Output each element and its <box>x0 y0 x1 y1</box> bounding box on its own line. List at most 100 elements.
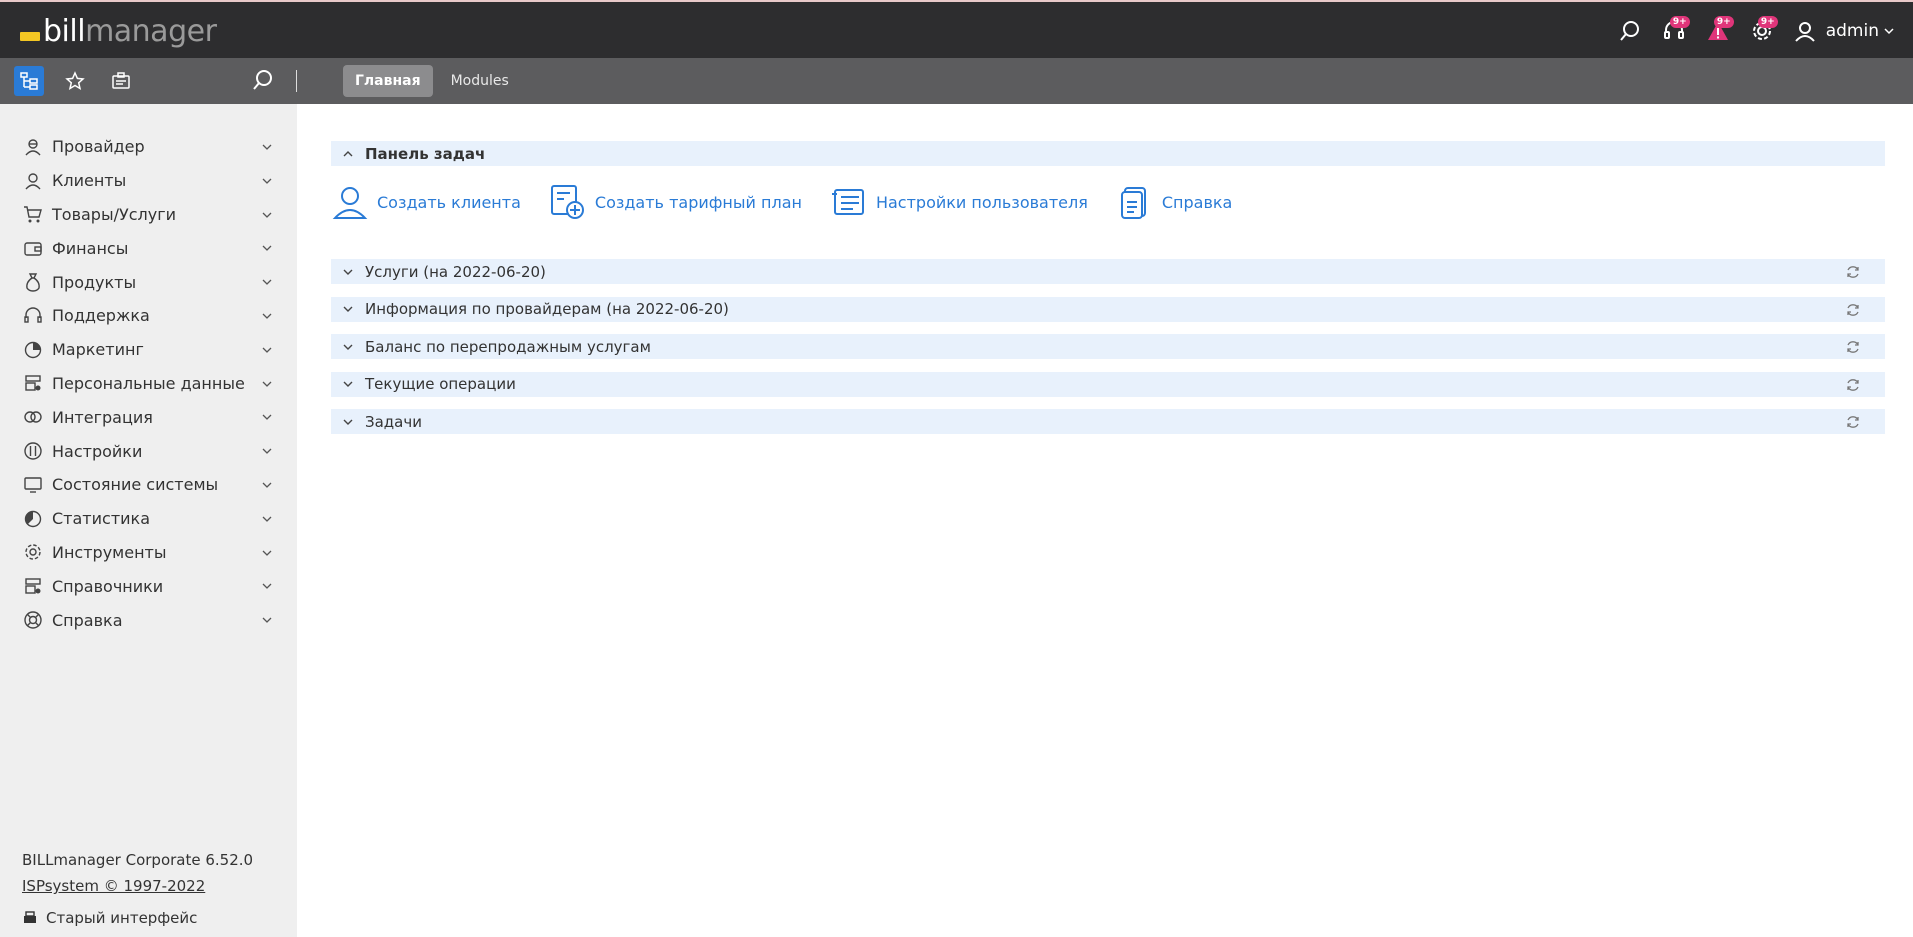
tariff-add-icon <box>549 183 587 221</box>
star-icon <box>65 71 85 91</box>
refresh-icon[interactable] <box>1845 264 1861 280</box>
chevron-down-icon <box>331 266 365 278</box>
dashboard-sections: Услуги (на 2022-06-20) Информация по про… <box>331 259 1885 435</box>
task-panel-header[interactable]: Панель задач <box>331 141 1885 166</box>
user-avatar-icon <box>1794 22 1815 42</box>
sidebar-item-help[interactable]: Справка <box>0 603 297 637</box>
pie-chart-icon <box>22 339 44 361</box>
sidebar-item-integration[interactable]: Интеграция <box>0 400 297 434</box>
sidebar-item-finance[interactable]: Финансы <box>0 231 297 265</box>
chevron-down-icon <box>262 617 272 624</box>
tasks-badge: 9+ <box>1757 16 1778 28</box>
top-bar: billmanager 9+ 9+ 9+ admin <box>0 0 1913 58</box>
reference-icon <box>22 575 44 597</box>
chevron-down-icon <box>1884 28 1894 35</box>
chevron-down-icon <box>262 144 272 150</box>
chevron-down-icon <box>262 583 272 590</box>
chevron-down-icon <box>262 178 272 184</box>
sidebar-item-marketing[interactable]: Маркетинг <box>0 333 297 367</box>
document-icon <box>1116 183 1154 221</box>
sidebar-mode-switcher <box>14 66 152 96</box>
refresh-icon[interactable] <box>1845 339 1861 355</box>
clipboard-icon <box>112 72 130 89</box>
personal-data-icon <box>22 372 44 394</box>
chevron-down-icon <box>262 245 272 252</box>
logo-mark <box>20 31 40 41</box>
quick-actions: Создать клиента Создать тарифный план На… <box>331 166 1885 238</box>
tab-modules[interactable]: Modules <box>439 65 521 97</box>
section-tasks-header[interactable]: Задачи <box>331 409 1885 435</box>
copyright-link[interactable]: ISPsystem © 1997-2022 <box>22 877 253 895</box>
tasks-button[interactable]: 9+ <box>1740 2 1784 60</box>
statistics-icon <box>22 508 44 530</box>
sidebar-item-personal-data[interactable]: Персональные данные <box>0 367 297 401</box>
alerts-badge: 9+ <box>1713 16 1734 28</box>
chevron-up-icon <box>331 148 365 160</box>
clients-icon <box>22 170 44 192</box>
favorites-button[interactable] <box>60 66 90 96</box>
sidebar-item-goods-services[interactable]: Товары/Услуги <box>0 198 297 232</box>
chevron-down-icon <box>331 341 365 353</box>
user-icon <box>331 183 369 221</box>
chevron-down-icon <box>262 313 272 319</box>
logo[interactable]: billmanager <box>20 13 217 49</box>
section-current-operations-header[interactable]: Текущие операции <box>331 371 1885 397</box>
user-menu[interactable]: admin <box>1784 2 1913 60</box>
logo-text: billmanager <box>43 13 217 49</box>
chevron-down-icon <box>262 448 272 455</box>
top-icons: 9+ 9+ 9+ admin <box>1608 2 1913 60</box>
sidebar-item-references[interactable]: Справочники <box>0 569 297 603</box>
section-providers-header[interactable]: Информация по провайдерам (на 2022-06-20… <box>331 296 1885 322</box>
integration-icon <box>22 406 44 428</box>
notifications-button[interactable]: 9+ <box>1652 2 1696 60</box>
chevron-down-icon <box>262 414 272 421</box>
provider-icon <box>22 136 44 158</box>
gear-icon <box>22 541 44 563</box>
search-icon <box>1619 21 1639 41</box>
chevron-down-icon <box>331 378 365 390</box>
search-icon <box>253 70 272 90</box>
sidebar-item-clients[interactable]: Клиенты <box>0 164 297 198</box>
money-bag-icon <box>22 271 44 293</box>
sidebar: Провайдер Клиенты Товары/Услуги Финансы … <box>0 104 297 937</box>
section-services-header[interactable]: Услуги (на 2022-06-20) <box>331 259 1885 284</box>
sidebar-item-support[interactable]: Поддержка <box>0 299 297 333</box>
alerts-button[interactable]: 9+ <box>1696 2 1740 60</box>
chevron-down-icon <box>262 482 272 488</box>
refresh-icon[interactable] <box>1845 377 1861 393</box>
refresh-icon[interactable] <box>1845 414 1861 430</box>
chevron-down-icon <box>331 303 365 315</box>
menu-tree-button[interactable] <box>14 66 44 96</box>
sidebar-item-products[interactable]: Продукты <box>0 265 297 299</box>
menu-search-button[interactable] <box>252 69 274 95</box>
main-content: Панель задач Создать клиента Создать тар… <box>331 141 1885 447</box>
user-name: admin <box>1825 21 1879 41</box>
create-client-button[interactable]: Создать клиента <box>331 183 521 221</box>
task-panel-title: Панель задач <box>365 144 486 163</box>
sidebar-item-system-state[interactable]: Состояние системы <box>0 468 297 502</box>
sidebar-item-provider[interactable]: Провайдер <box>0 130 297 164</box>
section-resale-balance-header[interactable]: Баланс по перепродажным услугам <box>331 334 1885 360</box>
global-search-button[interactable] <box>1608 2 1652 60</box>
sidebar-footer: BILLmanager Corporate 6.52.0 ISPsystem ©… <box>22 851 253 927</box>
old-interface-link[interactable]: Старый интерфейс <box>22 909 253 927</box>
monitor-icon <box>22 474 44 496</box>
lifebuoy-icon <box>22 609 44 631</box>
chevron-down-icon <box>262 212 272 218</box>
sidebar-item-settings[interactable]: Настройки <box>0 434 297 468</box>
sub-bar: Главная Modules <box>0 58 1913 104</box>
sidebar-item-statistics[interactable]: Статистика <box>0 502 297 536</box>
create-tariff-button[interactable]: Создать тарифный план <box>549 183 802 221</box>
tree-icon <box>20 72 38 90</box>
sidebar-item-tools[interactable]: Инструменты <box>0 536 297 570</box>
tab-main[interactable]: Главная <box>343 65 433 97</box>
sidebar-nav: Провайдер Клиенты Товары/Услуги Финансы … <box>0 130 297 637</box>
settings-sliders-icon <box>22 440 44 462</box>
help-button[interactable]: Справка <box>1116 183 1232 221</box>
user-settings-button[interactable]: Настройки пользователя <box>830 183 1088 221</box>
printer-icon <box>24 911 36 923</box>
wallet-icon <box>22 237 44 259</box>
refresh-icon[interactable] <box>1845 302 1861 318</box>
headset-icon <box>22 305 44 327</box>
clipboard-button[interactable] <box>106 66 136 96</box>
